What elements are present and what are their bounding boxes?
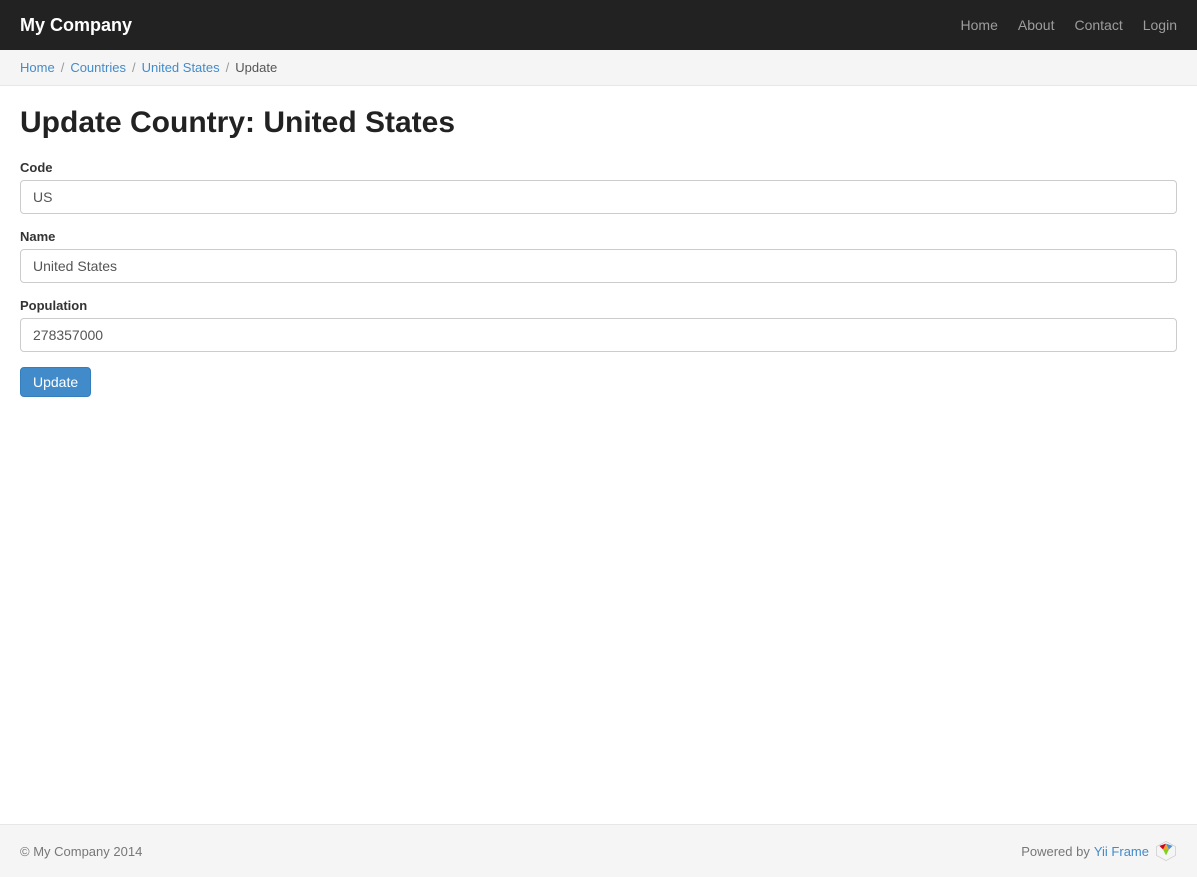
navbar: My Company Home About Contact Login	[0, 0, 1197, 50]
navbar-brand[interactable]: My Company	[20, 15, 132, 36]
navbar-nav: Home About Contact Login	[961, 17, 1177, 33]
breadcrumb-link-united-states[interactable]: United States	[142, 60, 220, 75]
code-input[interactable]	[20, 180, 1177, 214]
breadcrumb-item-update: Update	[235, 60, 277, 75]
population-input[interactable]	[20, 318, 1177, 352]
breadcrumb-item-united-states: United States	[142, 60, 220, 75]
nav-link-home[interactable]: Home	[961, 17, 998, 33]
breadcrumb-active: Update	[235, 60, 277, 75]
nav-link-about[interactable]: About	[1018, 17, 1055, 33]
breadcrumb-separator-3: /	[226, 60, 230, 75]
yii-label: Yii Frame	[1094, 844, 1149, 859]
breadcrumb-bar: Home / Countries / United States / Updat…	[0, 50, 1197, 86]
name-field-group: Name	[20, 229, 1177, 283]
breadcrumb: Home / Countries / United States / Updat…	[20, 60, 1177, 75]
page-title: Update Country: United States	[20, 106, 1177, 140]
breadcrumb-link-countries[interactable]: Countries	[70, 60, 126, 75]
code-label: Code	[20, 160, 1177, 175]
nav-item-home: Home	[961, 17, 998, 33]
nav-item-about: About	[1018, 17, 1055, 33]
nav-item-contact: Contact	[1074, 17, 1122, 33]
update-form: Code Name Population Update	[20, 160, 1177, 397]
name-input[interactable]	[20, 249, 1177, 283]
yii-link[interactable]: Yii Frame	[1094, 844, 1149, 859]
nav-link-login[interactable]: Login	[1143, 17, 1177, 33]
breadcrumb-link-home[interactable]: Home	[20, 60, 55, 75]
footer-powered: Powered by Yii Frame	[1021, 840, 1177, 862]
population-field-group: Population	[20, 298, 1177, 352]
breadcrumb-item-home: Home	[20, 60, 55, 75]
nav-item-login: Login	[1143, 17, 1177, 33]
code-field-group: Code	[20, 160, 1177, 214]
breadcrumb-separator-2: /	[132, 60, 136, 75]
update-button[interactable]: Update	[20, 367, 91, 397]
footer: © My Company 2014 Powered by Yii Frame	[0, 824, 1197, 877]
population-label: Population	[20, 298, 1177, 313]
name-label: Name	[20, 229, 1177, 244]
breadcrumb-item-countries: Countries	[70, 60, 126, 75]
nav-link-contact[interactable]: Contact	[1074, 17, 1122, 33]
main-content: Update Country: United States Code Name …	[0, 86, 1197, 824]
breadcrumb-separator-1: /	[61, 60, 65, 75]
powered-by-text: Powered by	[1021, 844, 1090, 859]
yii-logo-icon	[1155, 840, 1177, 862]
footer-copyright: © My Company 2014	[20, 844, 142, 859]
